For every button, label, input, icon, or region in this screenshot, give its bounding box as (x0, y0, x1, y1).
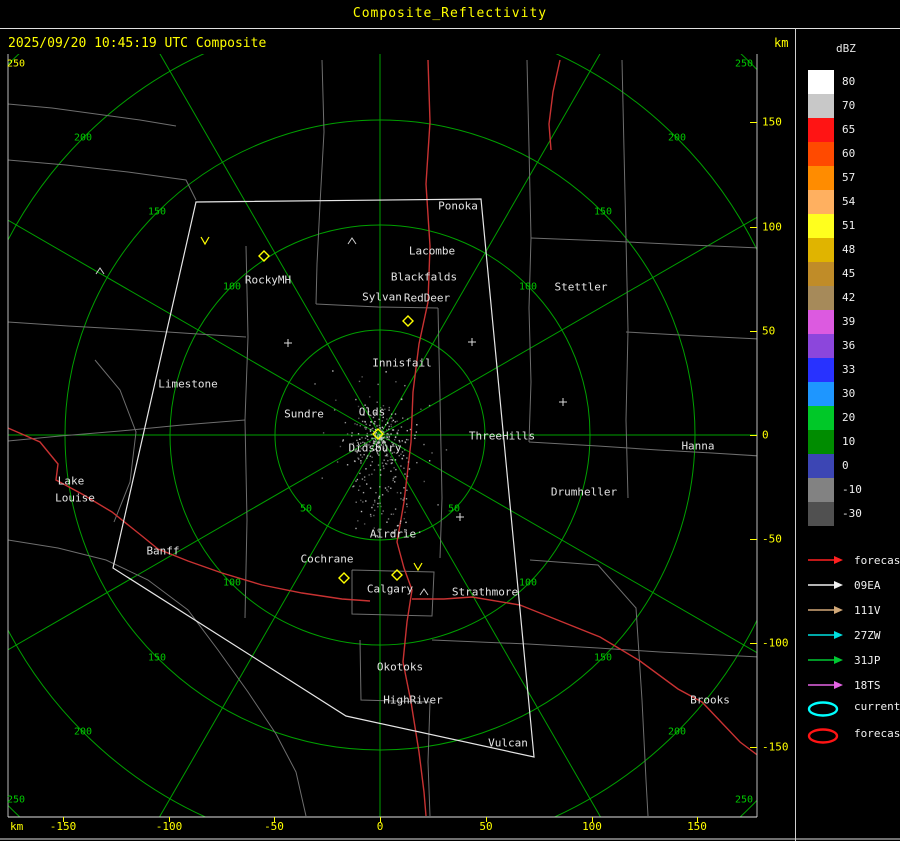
colorbar-swatch (808, 262, 834, 286)
azimuth-line (100, 435, 380, 841)
colorbar-value-label: 80 (842, 70, 855, 94)
county-boundary-line (529, 442, 760, 456)
colorbar-swatch (808, 118, 834, 142)
colorbar-value-label: 70 (842, 94, 855, 118)
colorbar-value-label: -30 (842, 502, 862, 526)
track-id-label: 09EA (854, 575, 881, 597)
county-boundary-line (245, 246, 248, 618)
caret-marker-icon (348, 238, 356, 244)
colorbar-title: dBZ (836, 42, 856, 55)
track-id-label: 111V (854, 600, 881, 622)
radar-map-canvas (0, 0, 900, 841)
colorbar-swatch (808, 238, 834, 262)
azimuth-line (100, 0, 380, 435)
map-frame-lines (0, 54, 900, 839)
county-boundary-line (438, 308, 442, 558)
colorbar-swatch (808, 478, 834, 502)
storm-shape-label: current (854, 696, 900, 718)
county-boundary-line (360, 640, 430, 816)
caret-marker-icon (420, 589, 428, 595)
highway-line (412, 597, 760, 757)
colorbar-swatch (808, 70, 834, 94)
county-boundary-line (622, 60, 626, 238)
track-arrow-icon (806, 554, 846, 566)
azimuth-line (380, 155, 865, 435)
radar-site-diamond-icon (339, 573, 349, 583)
colorbar-value-label: 36 (842, 334, 855, 358)
track-id-label: 18TS (854, 675, 881, 697)
county-boundary-line (8, 104, 176, 126)
colorbar-swatch (808, 286, 834, 310)
colorbar-swatch (808, 166, 834, 190)
track-id-label: forecast (854, 550, 900, 572)
map-layers (0, 0, 900, 841)
county-boundary-line (316, 60, 324, 304)
track-arrow-icon (806, 604, 846, 616)
county-boundary-line (95, 360, 136, 522)
storm-ellipse-icon (806, 727, 846, 745)
colorbar-value-label: 0 (842, 454, 849, 478)
azimuth-line (380, 435, 865, 715)
track-arrow-icon (806, 679, 846, 691)
county-boundary-line (8, 420, 245, 441)
colorbar-swatch (808, 406, 834, 430)
colorbar-value-label: 10 (842, 430, 855, 454)
radar-app-window: Composite_Reflectivity 2025/09/20 10:45:… (0, 0, 900, 841)
county-boundary-line (8, 322, 246, 337)
colorbar-swatch (808, 214, 834, 238)
radar-echo-speckle (314, 370, 447, 536)
colorbar-value-label: 42 (842, 286, 855, 310)
colorbar-value-label: 51 (842, 214, 855, 238)
track-arrow-icon (806, 579, 846, 591)
colorbar-value-label: 30 (842, 382, 855, 406)
highway-line (549, 60, 560, 150)
colorbar-value-label: 65 (842, 118, 855, 142)
track-arrow-icon (806, 629, 846, 641)
highway-line (8, 428, 370, 601)
colorbar-value-label: 60 (842, 142, 855, 166)
colorbar-value-label: 39 (842, 310, 855, 334)
range-ring-200km (0, 15, 800, 841)
colorbar-value-label: 45 (842, 262, 855, 286)
azimuth-line (380, 0, 660, 435)
county-boundary-line (626, 238, 628, 498)
azimuth-line (0, 155, 380, 435)
colorbar-value-label: 33 (842, 358, 855, 382)
radar-coverage-outline (113, 199, 534, 757)
track-id-label: 27ZW (854, 625, 881, 647)
colorbar-swatch (808, 430, 834, 454)
colorbar-swatch (808, 502, 834, 526)
track-id-label: 31JP (854, 650, 881, 672)
radar-site-diamond-icon (403, 316, 413, 326)
county-boundary-line (531, 238, 760, 248)
colorbar-value-label: 54 (842, 190, 855, 214)
county-boundary-line (316, 304, 438, 308)
colorbar-swatch (808, 358, 834, 382)
colorbar-swatch (808, 142, 834, 166)
county-boundary-line (8, 540, 306, 816)
chevron-marker-icon (414, 563, 422, 570)
storm-ellipse-icon (806, 700, 846, 718)
colorbar-swatch (808, 310, 834, 334)
county-boundary-line (432, 640, 760, 657)
colorbar-swatch (808, 94, 834, 118)
storm-shape-label: forecast (854, 723, 900, 745)
county-boundary-line (527, 60, 531, 442)
colorbar-value-label: -10 (842, 478, 862, 502)
county-boundary-line (530, 560, 648, 816)
colorbar-value-label: 57 (842, 166, 855, 190)
unit-label-bottom-left: km (10, 820, 23, 833)
highway-line (397, 60, 430, 816)
side-panel: dBZ 807065605754514845423936333020100-10… (796, 28, 900, 841)
chevron-marker-icon (201, 237, 209, 244)
county-boundary-line (626, 332, 760, 339)
colorbar-swatch (808, 454, 834, 478)
colorbar-value-label: 48 (842, 238, 855, 262)
range-ring-250km (0, 0, 900, 841)
colorbar-swatch (808, 334, 834, 358)
colorbar-swatch (808, 190, 834, 214)
colorbar-value-label: 20 (842, 406, 855, 430)
track-arrow-icon (806, 654, 846, 666)
colorbar-swatch (808, 382, 834, 406)
